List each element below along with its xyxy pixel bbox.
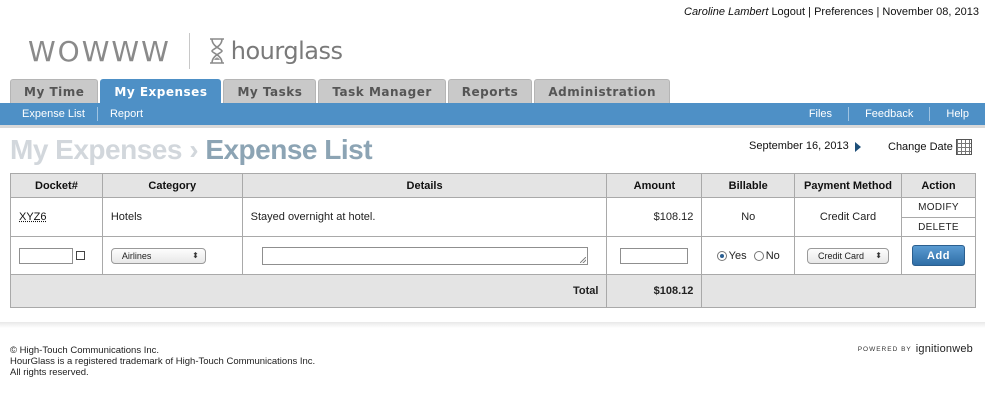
subnav-expense-list[interactable]: Expense List [0,107,97,121]
tab-my-tasks[interactable]: My Tasks [223,79,317,103]
change-date-label: Change Date [888,141,953,153]
top-user-bar: Caroline Lambert Logout | Preferences | … [684,6,979,18]
col-action: Action [900,173,977,198]
row-amount: $108.12 [606,197,703,237]
table-row: XYZ6 Hotels Stayed overnight at hotel. $… [10,197,977,237]
tab-my-time[interactable]: My Time [10,79,99,103]
row-billable: No [701,197,796,237]
product-logo: hourglass [230,37,343,65]
modify-button[interactable]: MODIFY [902,198,975,217]
docket-input[interactable] [19,247,73,264]
current-date: November 08, 2013 [882,6,979,18]
footer-divider [0,322,985,328]
selected-date: September 16, 2013 [749,140,861,152]
add-button[interactable]: Add [911,245,965,266]
total-row: Total $108.12 [9,274,976,308]
select-arrows-icon: ⬍ [875,251,882,260]
category-selected: Airlines [121,250,152,261]
billable-yes-label: Yes [728,249,747,262]
breadcrumb-parent[interactable]: My Expenses [10,134,182,165]
footer-line-3: All rights reserved. [10,367,89,378]
billable-no-radio[interactable] [753,250,764,261]
row-payment: Credit Card [794,197,902,237]
calendar-icon[interactable] [955,139,972,155]
topbar-divider: | [876,6,880,18]
selected-date-text: September 16, 2013 [749,140,849,152]
col-category: Category [101,173,243,198]
payment-selected: Credit Card [818,250,865,261]
col-details: Details [241,173,608,198]
col-docket: Docket# [10,173,103,198]
new-expense-row: Airlines ⬍ Yes No Credit Card ⬍ Add [10,236,977,275]
tab-task-manager[interactable]: Task Manager [318,79,446,103]
amount-input[interactable] [620,247,689,264]
col-payment-method: Payment Method [794,173,902,198]
docket-lookup-icon[interactable] [76,251,85,260]
preferences-link[interactable]: Preferences [814,6,873,18]
breadcrumb-current: Expense List [205,134,373,165]
main-tabs: My Time My Expenses My Tasks Task Manage… [10,79,672,103]
footer-line-1: © High-Touch Communications Inc. [10,345,160,356]
total-value: $108.12 [606,274,703,308]
logout-link[interactable]: Logout [771,6,805,18]
brand-logos: WOWWW hourglass [28,33,343,69]
next-date-arrow-icon[interactable] [854,142,861,152]
footer-copyright: © High-Touch Communications Inc. HourGla… [10,345,315,378]
expense-table: Docket# Category Details Amount Billable… [9,173,977,308]
sub-navigation: Expense List Report Files Feedback Help [0,103,985,128]
delete-button[interactable]: DELETE [901,217,975,236]
tab-my-expenses[interactable]: My Expenses [100,79,222,103]
logo-divider [188,33,190,69]
billable-no-label: No [765,249,780,262]
subnav-feedback[interactable]: Feedback [848,107,929,121]
row-details: Stayed overnight at hotel. [241,197,608,237]
total-label: Total [9,274,608,308]
subnav-files[interactable]: Files [793,107,848,121]
ignitionweb-logo: ignitionweb [915,343,973,355]
payment-select[interactable]: Credit Card ⬍ [807,247,889,264]
tab-administration[interactable]: Administration [534,79,670,103]
breadcrumb-separator: › [189,134,199,165]
docket-link[interactable]: XYZ6 [19,211,47,223]
billable-yes-radio[interactable] [716,250,727,261]
hourglass-icon [209,38,224,64]
user-name: Caroline Lambert [684,6,769,18]
topbar-divider: | [808,6,812,18]
powered-by-label: POWERED BY [857,345,912,353]
row-category: Hotels [101,197,243,237]
details-input[interactable] [261,246,588,265]
tab-reports[interactable]: Reports [447,79,533,103]
change-date-button[interactable]: Change Date [888,139,972,155]
table-header-row: Docket# Category Details Amount Billable… [10,173,977,198]
company-logo: WOWWW [28,34,171,68]
page-title: My Expenses › Expense List [10,134,373,166]
col-amount: Amount [606,173,703,198]
category-select[interactable]: Airlines ⬍ [110,247,206,264]
select-arrows-icon: ⬍ [192,251,199,260]
powered-by-logo: POWERED BY ignitionweb [858,343,973,355]
subnav-report[interactable]: Report [96,107,155,121]
subnav-help[interactable]: Help [929,107,985,121]
total-filler [701,274,976,308]
col-billable: Billable [701,173,796,198]
row-actions: MODIFY DELETE [900,197,977,237]
footer-line-2: HourGlass is a registered trademark of H… [10,356,316,367]
